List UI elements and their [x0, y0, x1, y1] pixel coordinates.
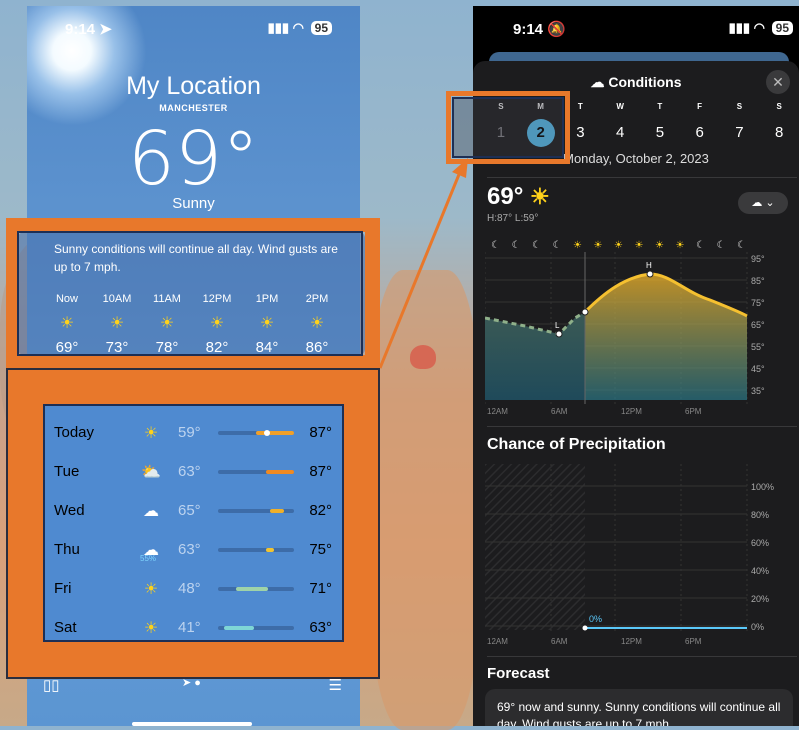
temp-point [581, 308, 589, 316]
y-tick-label: 40% [751, 566, 769, 576]
moon-icon: ☾ [553, 240, 562, 251]
sheet-title: ☁ Conditions [590, 74, 682, 90]
status-time: 9:14 🔕 [513, 21, 566, 38]
y-tick-label: 55° [751, 342, 765, 352]
moon-icon: ☾ [696, 240, 705, 251]
weekday-letter: W [616, 102, 624, 111]
x-tick-label: 12PM [621, 407, 642, 416]
temperature-chart: ☾ ☾ ☾ ☾ ☀ ☀ ☀ ☀ ☀ ☀ ☾ ☾ ☾ H L 95° 85° 75° 65° 55° 45° 35° 12AM… [485, 232, 765, 416]
y-tick-label: 80% [751, 510, 769, 520]
date-item[interactable]: 8 [759, 119, 799, 147]
sun-icon: ☀ [529, 184, 550, 209]
sun-icon: ☀ [676, 240, 685, 251]
high-low: H:87° L:59° [487, 213, 539, 224]
sun-icon: ☀ [614, 240, 623, 251]
weekday-letter: S [776, 102, 782, 111]
weekday-letter: F [697, 102, 703, 111]
y-tick-label: 100% [751, 482, 774, 492]
weekday-letter: T [657, 102, 663, 111]
y-tick-label: 95° [751, 254, 765, 264]
temp-point [646, 270, 654, 278]
y-tick-label: 0% [751, 622, 764, 632]
y-tick-label: 75° [751, 298, 765, 308]
y-tick-label: 85° [751, 276, 765, 286]
precip-title: Chance of Precipitation [487, 436, 666, 453]
y-tick-label: 35° [751, 386, 765, 396]
moon-icon: ☾ [717, 240, 726, 251]
high-marker: H [646, 261, 652, 270]
forecast-title: Forecast [487, 665, 550, 682]
weekday-letter: S [736, 102, 743, 111]
x-tick-label: 6PM [685, 637, 702, 646]
chart-mode-button[interactable]: ☁ ⌄ [738, 192, 788, 214]
temp-point [555, 330, 563, 338]
divider [487, 177, 797, 178]
x-tick-label: 6AM [551, 637, 568, 646]
x-tick-label: 12AM [487, 407, 508, 416]
x-tick-label: 6AM [551, 407, 568, 416]
y-tick-label: 65° [751, 320, 765, 330]
date-item[interactable]: 4 [600, 119, 640, 147]
sun-icon: ☀ [655, 240, 664, 251]
x-tick-label: 12AM [487, 637, 508, 646]
precip-point [582, 625, 588, 631]
sun-icon: ☀ [635, 240, 644, 251]
past-hatch [485, 464, 585, 630]
divider [487, 656, 797, 657]
precipitation-chart: 0% 100% 80% 60% 40% 20% 0% 12AM 6AM 12PM 6PM [485, 464, 774, 646]
moon-icon: ☾ [491, 240, 500, 251]
sun-icon: ☀ [573, 240, 582, 251]
close-button[interactable]: ✕ [766, 70, 790, 94]
current-temp: 69° ☀ [487, 183, 550, 210]
date-item[interactable]: 7 [720, 119, 760, 147]
forecast-text: 69° now and sunny. Sunny conditions will… [485, 689, 793, 726]
moon-icon: ☾ [532, 240, 541, 251]
moon-icon: ☾ [737, 240, 746, 251]
moon-icon: ☾ [512, 240, 521, 251]
status-icons: ▮▮▮ ◠ 95 [729, 20, 793, 36]
sun-icon: ☀ [594, 240, 603, 251]
highlight-outline [452, 97, 564, 158]
y-tick-label: 45° [751, 364, 765, 374]
battery-icon: 95 [771, 21, 793, 35]
y-tick-label: 20% [751, 594, 769, 604]
precip-value: 0% [589, 614, 602, 624]
x-tick-label: 6PM [685, 407, 702, 416]
divider [487, 426, 797, 427]
y-tick-label: 60% [751, 538, 769, 548]
date-item[interactable]: 6 [680, 119, 720, 147]
date-item[interactable]: 5 [640, 119, 680, 147]
x-tick-label: 12PM [621, 637, 642, 646]
low-marker: L [555, 321, 560, 330]
